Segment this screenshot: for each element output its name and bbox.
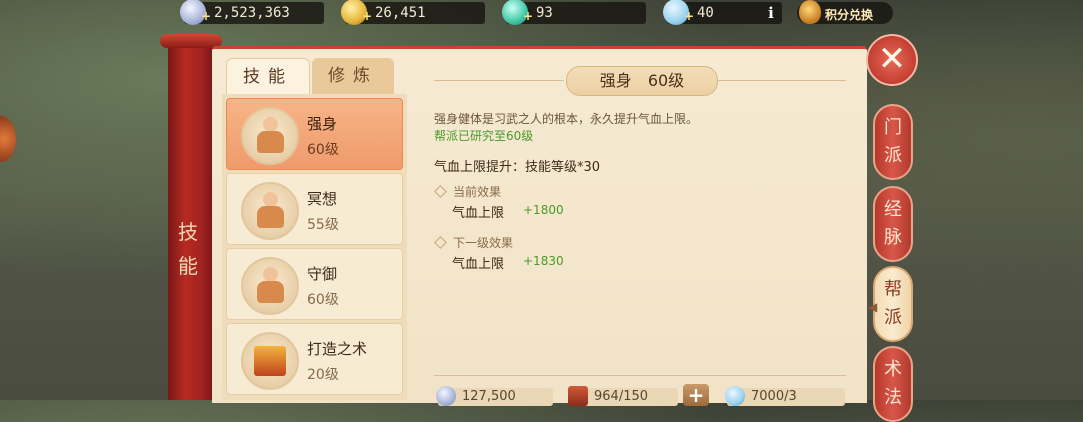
skill-list: 强身 60级 冥想 55级 守御 60级 打造之术 20级 xyxy=(222,94,407,400)
tab-cultivate[interactable]: 修炼 xyxy=(312,58,394,94)
silver-value: 2,523,363 xyxy=(214,5,290,21)
jade-plus: + xyxy=(523,9,534,23)
skill-title-name: 强身 xyxy=(599,71,632,90)
skill-name: 强身 xyxy=(307,115,338,133)
jade-currency[interactable]: + 93 xyxy=(502,0,646,25)
contribution-cost-value: 964/150 xyxy=(594,389,649,404)
close-button[interactable]: ✕ xyxy=(866,34,918,86)
currency-bar: + 2,523,363 + 26,451 + 93 + 40 i 积分兑换 xyxy=(0,0,1083,28)
tab-sect-label: 门派 xyxy=(884,117,902,166)
tab-guild-label: 帮派 xyxy=(884,279,902,328)
silver-currency[interactable]: + 2,523,363 xyxy=(180,0,324,25)
close-icon: ✕ xyxy=(877,39,907,79)
skill-description: 强身健体是习武之人的根本，永久提升气血上限。 xyxy=(434,112,699,126)
cost-divider xyxy=(434,375,846,376)
diamond-icon xyxy=(434,236,447,249)
diamond-icon xyxy=(434,185,447,198)
next-effect-label: 下一级效果 xyxy=(434,234,513,251)
skill-item-strengthen[interactable]: 强身 60级 xyxy=(226,98,403,170)
energy-plus: + xyxy=(684,9,695,23)
jade-value: 93 xyxy=(536,5,553,21)
info-icon[interactable]: i xyxy=(762,4,780,22)
gold-plus: + xyxy=(362,9,373,23)
guild-research-note: 帮派已研究至60级 xyxy=(434,129,534,143)
tab-sect[interactable]: 门派 xyxy=(873,104,913,180)
silver-plus: + xyxy=(201,9,212,23)
title-divider-left xyxy=(434,80,564,81)
monk-avatar-icon xyxy=(241,257,299,315)
skill-level: 60级 xyxy=(307,142,339,158)
monk-avatar-icon xyxy=(241,107,299,165)
active-tab-arrow-icon: ◀ xyxy=(868,300,878,314)
tab-meridian[interactable]: 经脉 xyxy=(873,186,913,262)
add-contribution-button[interactable]: + xyxy=(683,384,709,406)
exp-cost: 7000/3 xyxy=(725,386,845,406)
skill-name: 打造之术 xyxy=(307,340,368,358)
skill-level: 55级 xyxy=(307,217,339,233)
exp-icon xyxy=(725,386,745,406)
gold-currency[interactable]: + 26,451 xyxy=(341,0,485,25)
silver-cost: 127,500 xyxy=(436,386,553,406)
skill-level: 20级 xyxy=(307,367,339,383)
points-exchange-button[interactable]: 积分兑换 xyxy=(797,0,893,24)
tab-meridian-label: 经脉 xyxy=(884,199,902,248)
exp-cost-value: 7000/3 xyxy=(751,389,797,404)
skill-item-defend[interactable]: 守御 60级 xyxy=(226,248,403,320)
next-stat-name: 气血上限 xyxy=(452,257,505,272)
offscreen-bubble-icon xyxy=(0,116,16,162)
silver-coin-icon xyxy=(436,386,456,406)
scroll-label: 技 能 xyxy=(176,215,200,283)
silver-cost-value: 127,500 xyxy=(462,389,516,404)
current-effect-label: 当前效果 xyxy=(434,183,501,200)
contribution-cost: 964/150 xyxy=(568,386,678,406)
tab-guild[interactable]: 帮派 xyxy=(873,266,913,342)
points-exchange-label: 积分兑换 xyxy=(825,8,874,22)
tab-magic[interactable]: 术法 xyxy=(873,346,913,422)
monk-avatar-icon xyxy=(241,182,299,240)
skill-item-forging[interactable]: 打造之术 20级 xyxy=(226,323,403,395)
forging-chest-icon xyxy=(241,332,299,390)
energy-value: 40 xyxy=(697,5,714,21)
scroll-char-1: 技 xyxy=(178,220,198,244)
skill-title: 强身 60级 xyxy=(566,66,718,96)
money-bag-icon xyxy=(799,0,821,24)
scroll-char-2: 能 xyxy=(178,254,198,278)
tab-magic-label: 术法 xyxy=(884,359,902,408)
title-divider-right xyxy=(718,80,846,81)
skill-title-level: 60级 xyxy=(647,71,685,90)
next-stat-value: +1830 xyxy=(523,254,564,268)
guild-contribution-icon xyxy=(568,386,588,406)
skill-level: 60级 xyxy=(307,292,339,308)
skill-item-meditate[interactable]: 冥想 55级 xyxy=(226,173,403,245)
skill-name: 冥想 xyxy=(307,190,338,208)
tab-skill[interactable]: 技能 xyxy=(226,58,310,95)
effect-formula: 气血上限提升：技能等级*30 xyxy=(434,160,601,175)
gold-value: 26,451 xyxy=(375,5,426,21)
current-stat-name: 气血上限 xyxy=(452,206,505,221)
skill-name: 守御 xyxy=(307,265,338,283)
current-stat-value: +1800 xyxy=(523,203,564,217)
